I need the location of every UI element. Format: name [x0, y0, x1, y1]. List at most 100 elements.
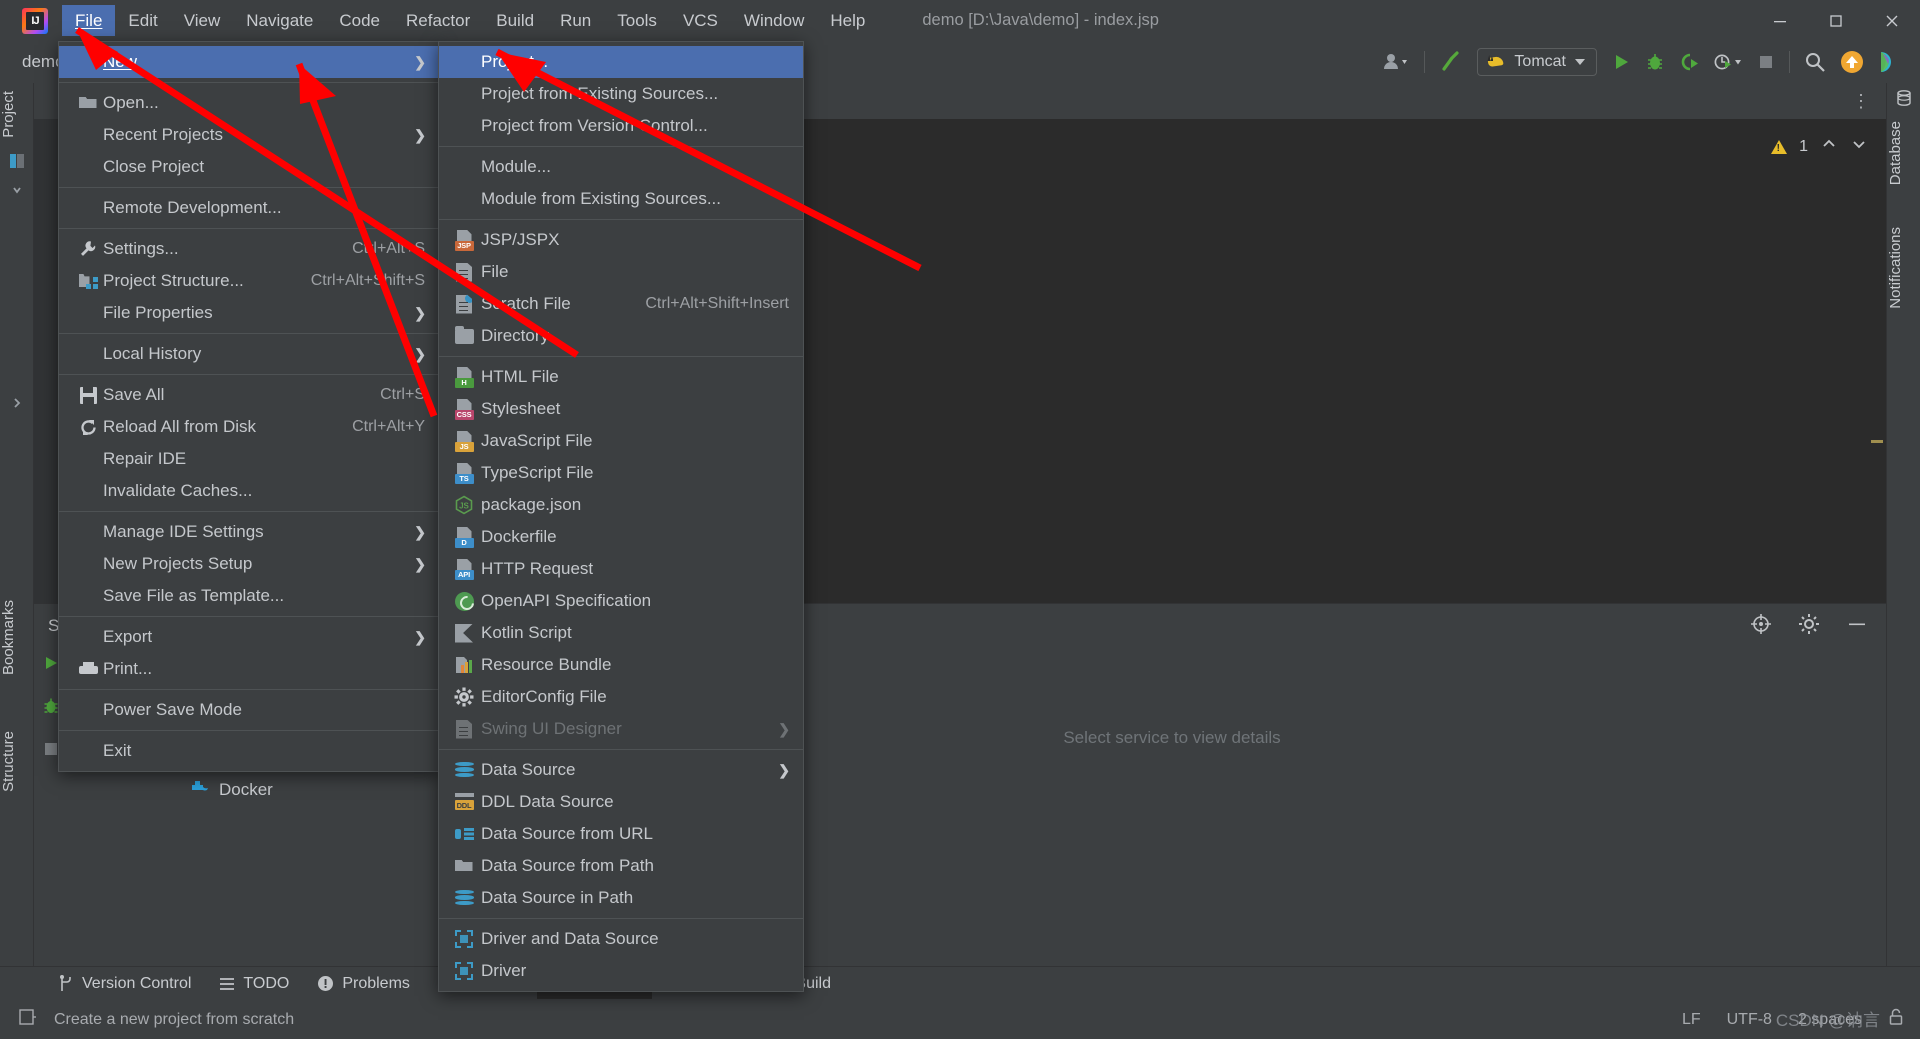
menu-refactor[interactable]: Refactor — [393, 5, 483, 36]
submenu-item-file[interactable]: File — [439, 256, 803, 288]
previous-problem-icon[interactable] — [1820, 135, 1838, 158]
menu-tools[interactable]: Tools — [604, 5, 670, 36]
submenu-item-openapi-specification[interactable]: OpenAPI Specification — [439, 585, 803, 617]
sidebar-tab-notifications[interactable]: Notifications — [1887, 219, 1920, 317]
submenu-item-data-source[interactable]: Data Source ❯ — [439, 754, 803, 786]
sidebar-tab-structure[interactable]: Structure — [0, 723, 34, 800]
submenu-item-project-from-existing-sources[interactable]: Project from Existing Sources... — [439, 78, 803, 110]
menu-item-save-all[interactable]: Save All Ctrl+S — [59, 379, 439, 411]
menu-item-recent-projects[interactable]: Recent Projects ❯ — [59, 119, 439, 151]
menu-item-exit[interactable]: Exit — [59, 735, 439, 767]
run-with-coverage-icon[interactable] — [1679, 47, 1699, 77]
editor-options-icon[interactable]: ⋮ — [1852, 91, 1870, 112]
bottom-tab-version-control[interactable]: Version Control — [44, 969, 205, 999]
submenu-item-project[interactable]: Project... — [439, 46, 803, 78]
submenu-item-ddl-data-source[interactable]: DDL DDL Data Source — [439, 786, 803, 818]
menu-edit[interactable]: Edit — [115, 5, 170, 36]
submenu-item-http-request[interactable]: API HTTP Request — [439, 553, 803, 585]
tree-row-label: Docker — [219, 779, 273, 799]
submenu-item-kotlin-script[interactable]: Kotlin Script — [439, 617, 803, 649]
submenu-item-data-source-in-path[interactable]: Data Source in Path — [439, 882, 803, 914]
bottom-tab-todo[interactable]: TODO — [205, 969, 303, 999]
line-separator-widget[interactable]: LF — [1682, 1011, 1701, 1029]
lock-icon[interactable] — [1888, 1008, 1904, 1031]
database-tool-icon[interactable] — [1887, 83, 1920, 113]
menu-item-project-structure[interactable]: Project Structure... Ctrl+Alt+Shift+S — [59, 265, 439, 297]
inspection-widget[interactable]: 1 — [1771, 135, 1868, 158]
menu-code[interactable]: Code — [326, 5, 393, 36]
menu-item-file-properties[interactable]: File Properties ❯ — [59, 297, 439, 329]
sidebar-tab-bookmarks[interactable]: Bookmarks — [0, 592, 34, 683]
submenu-item-driver-and-data-source[interactable]: Driver and Data Source — [439, 923, 803, 955]
submenu-item-html-file[interactable]: H HTML File — [439, 361, 803, 393]
submenu-item-jsp-jspx[interactable]: JSP JSP/JSPX — [439, 224, 803, 256]
menu-item-repair-ide[interactable]: Repair IDE — [59, 443, 439, 475]
submenu-item-module[interactable]: Module... — [439, 151, 803, 183]
submenu-item-directory[interactable]: Directory — [439, 320, 803, 352]
submenu-item-editorconfig-file[interactable]: EditorConfig File — [439, 681, 803, 713]
menu-help[interactable]: Help — [817, 5, 878, 36]
menu-item-save-file-as-template[interactable]: Save File as Template... — [59, 580, 439, 612]
menu-item-power-save-mode[interactable]: Power Save Mode — [59, 694, 439, 726]
menu-item-invalidate-caches[interactable]: Invalidate Caches... — [59, 475, 439, 507]
submenu-item-module-from-existing-sources[interactable]: Module from Existing Sources... — [439, 183, 803, 215]
submenu-item-resource-bundle[interactable]: Resource Bundle — [439, 649, 803, 681]
menu-window[interactable]: Window — [731, 5, 817, 36]
submenu-item-data-source-from-path[interactable]: Data Source from Path — [439, 850, 803, 882]
minimize-button[interactable] — [1752, 0, 1808, 41]
submenu-item-dockerfile[interactable]: D Dockerfile — [439, 521, 803, 553]
next-problem-icon[interactable] — [1850, 135, 1868, 158]
encoding-widget[interactable]: UTF-8 — [1727, 1011, 1772, 1029]
bottom-tab-problems[interactable]: Problems — [303, 969, 424, 999]
menu-item-export[interactable]: Export ❯ — [59, 621, 439, 653]
debug-icon[interactable] — [1645, 47, 1665, 77]
menu-view[interactable]: View — [171, 5, 234, 36]
gear-icon[interactable] — [1798, 613, 1820, 640]
build-hammer-icon[interactable] — [1439, 47, 1463, 77]
submenu-item-typescript-file[interactable]: TS TypeScript File — [439, 457, 803, 489]
menu-file[interactable]: File — [62, 5, 116, 36]
menu-item-open[interactable]: Open... — [59, 87, 439, 119]
run-configuration-selector[interactable]: Tomcat — [1477, 48, 1597, 76]
settings-target-icon[interactable] — [1750, 613, 1772, 640]
menu-vcs[interactable]: VCS — [670, 5, 731, 36]
collapse-chevron-icon[interactable] — [0, 389, 34, 417]
ai-assistant-icon[interactable] — [1878, 47, 1902, 77]
update-icon[interactable] — [1840, 47, 1864, 77]
submenu-item-data-source-from-url[interactable]: Data Source from URL — [439, 818, 803, 850]
submenu-item-javascript-file[interactable]: JS JavaScript File — [439, 425, 803, 457]
submenu-item-package-json[interactable]: JS package.json — [439, 489, 803, 521]
menu-item-new-projects-setup[interactable]: New Projects Setup ❯ — [59, 548, 439, 580]
sidebar-tab-database[interactable]: Database — [1887, 113, 1920, 193]
submenu-item-project-from-version-control[interactable]: Project from Version Control... — [439, 110, 803, 142]
stop-icon[interactable] — [1757, 47, 1775, 77]
close-button[interactable] — [1864, 0, 1920, 41]
menu-item-manage-ide-settings[interactable]: Manage IDE Settings ❯ — [59, 516, 439, 548]
expand-chevron-icon[interactable] — [0, 176, 34, 204]
user-avatar-icon[interactable] — [1382, 47, 1410, 77]
submenu-item-scratch-file[interactable]: Scratch File Ctrl+Alt+Shift+Insert — [439, 288, 803, 320]
menu-item-local-history[interactable]: Local History ❯ — [59, 338, 439, 370]
menu-build[interactable]: Build — [483, 5, 547, 36]
status-widget-icon[interactable] — [18, 1008, 36, 1031]
menu-item-remote-development[interactable]: Remote Development... — [59, 192, 439, 224]
run-icon[interactable] — [1611, 47, 1631, 77]
maximize-button[interactable] — [1808, 0, 1864, 41]
minimize-tool-window-icon[interactable] — [1846, 613, 1868, 640]
menu-navigate[interactable]: Navigate — [233, 5, 326, 36]
submenu-item-stylesheet[interactable]: CSS Stylesheet — [439, 393, 803, 425]
menu-item-print[interactable]: Print... — [59, 653, 439, 685]
menu-item-close-project[interactable]: Close Project — [59, 151, 439, 183]
submenu-item-label: Data Source — [481, 760, 576, 779]
search-icon[interactable] — [1804, 47, 1826, 77]
sidebar-tab-project[interactable]: Project — [0, 83, 34, 146]
submenu-item-driver[interactable]: Driver — [439, 955, 803, 987]
project-tool-icon[interactable] — [0, 146, 34, 176]
menu-item-reload-all-from-disk[interactable]: Reload All from Disk Ctrl+Alt+Y — [59, 411, 439, 443]
menu-item-settings[interactable]: Settings... Ctrl+Alt+S — [59, 233, 439, 265]
tree-row[interactable]: Docker — [68, 774, 458, 805]
editor-vertical-scrollbar[interactable] — [1871, 155, 1886, 603]
menu-item-new[interactable]: New ❯ — [59, 46, 439, 78]
menu-run[interactable]: Run — [547, 5, 604, 36]
profiler-icon[interactable] — [1713, 47, 1743, 77]
